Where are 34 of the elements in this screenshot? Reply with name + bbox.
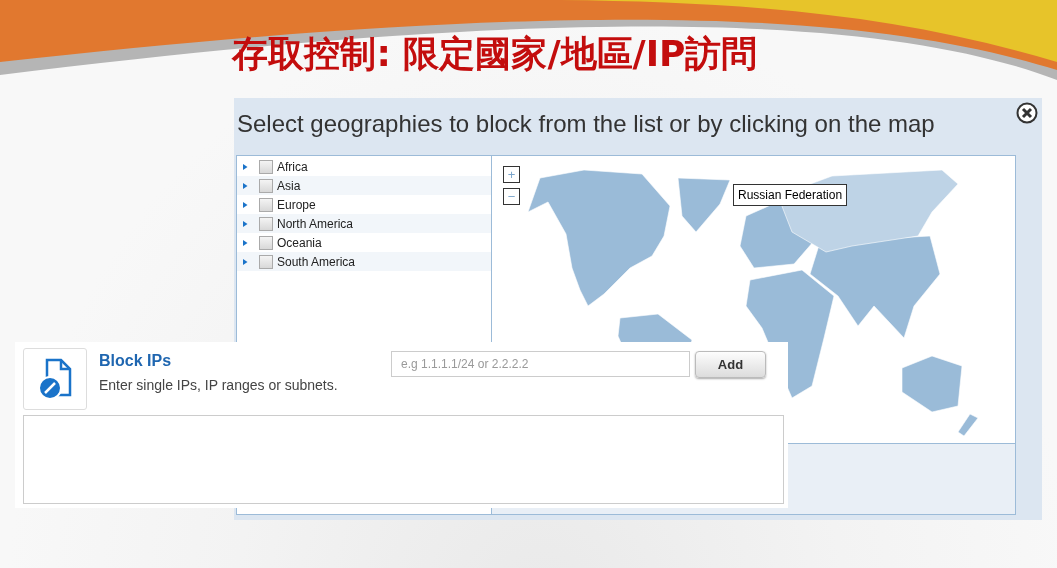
map-tooltip: Russian Federation [733, 184, 848, 206]
document-block-icon [23, 348, 87, 410]
region-label: Asia [277, 178, 301, 193]
expand-arrow-icon[interactable] [243, 238, 249, 247]
add-button[interactable]: Add [695, 351, 766, 378]
expand-arrow-icon[interactable] [243, 257, 249, 266]
checkbox[interactable] [259, 235, 273, 250]
region-label: Africa [277, 159, 308, 174]
checkbox[interactable] [259, 197, 273, 212]
region-label: South America [277, 254, 356, 269]
region-list-item[interactable]: South America [237, 252, 491, 271]
region-list-item[interactable]: Asia [237, 176, 491, 195]
dialog-title: Select geographies to block from the list or by clicking on the map [237, 110, 935, 138]
expand-arrow-icon[interactable] [243, 181, 249, 190]
region-label: Europe [277, 197, 316, 212]
expand-arrow-icon[interactable] [243, 162, 249, 171]
region-list-item[interactable]: Oceania [237, 233, 491, 252]
section-description: Enter single IPs, IP ranges or subnets. [99, 377, 339, 393]
checkbox[interactable] [259, 178, 273, 193]
region-list-item[interactable]: Africa [237, 157, 491, 176]
region-label: North America [277, 216, 354, 231]
slide-title: 存取控制: 限定國家/地區/IP訪問 [230, 32, 759, 76]
close-icon[interactable] [1016, 102, 1038, 124]
checkbox[interactable] [259, 159, 273, 174]
expand-arrow-icon[interactable] [243, 200, 249, 209]
checkbox[interactable] [259, 254, 273, 269]
region-list-item[interactable]: Europe [237, 195, 491, 214]
section-title: Block IPs [99, 352, 173, 370]
region-list-item[interactable]: North America [237, 214, 491, 233]
ip-input-field[interactable]: e.g 1.1.1.1/24 or 2.2.2.2 [391, 351, 690, 377]
expand-arrow-icon[interactable] [243, 219, 249, 228]
checkbox[interactable] [259, 216, 273, 231]
ip-list-field[interactable] [23, 415, 784, 504]
region-label: Oceania [277, 235, 322, 250]
